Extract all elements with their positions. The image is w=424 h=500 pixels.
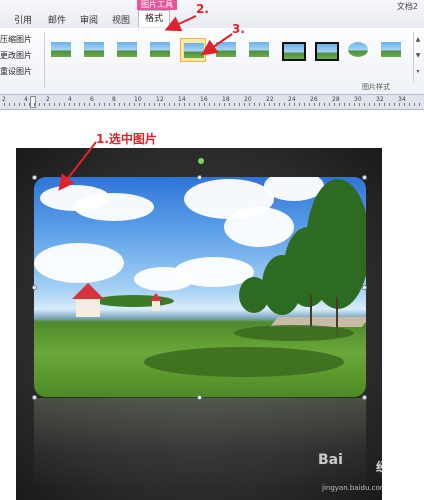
- arrow-step1: [58, 141, 97, 191]
- annotation-step1: 1.选中图片: [96, 132, 157, 146]
- annotation-arrows: [58, 15, 233, 191]
- arrow-step2: [164, 15, 197, 32]
- arrow-step3: [201, 33, 233, 56]
- annotation-step3: 3.: [232, 22, 245, 36]
- annotation-step2: 2.: [196, 2, 209, 16]
